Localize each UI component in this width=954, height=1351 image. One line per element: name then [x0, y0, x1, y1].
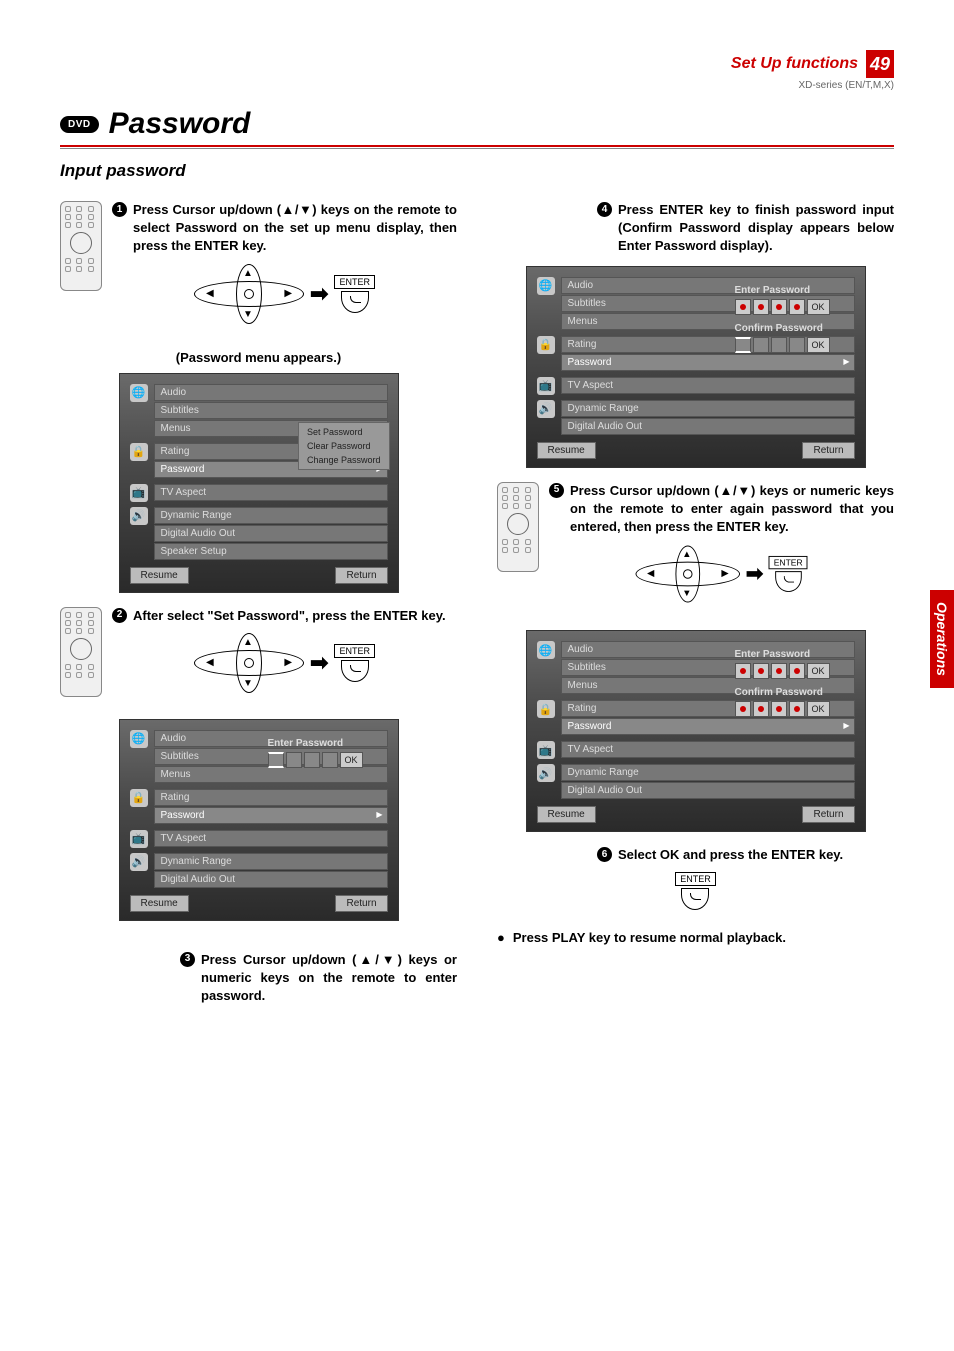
remote-control-icon [60, 607, 102, 697]
osd-screenshot-3: 🌐 Audio Subtitles Menus 🔒 Rating Passwor… [526, 266, 866, 468]
step-number-2: 2 [112, 608, 127, 623]
step-number-3: 3 [180, 952, 195, 967]
step-1-text: Press Cursor up/down (▲/▼) keys on the r… [133, 201, 457, 256]
osd-item-speaker: Speaker Setup [154, 543, 388, 560]
osd-screenshot-2: 🌐 Audio Subtitles Menus 🔒 Rating Passwor… [119, 719, 399, 921]
osd-confirm-password-panel: Enter Password OK Confirm Password OK [735, 285, 855, 361]
page-title: Password [109, 107, 251, 141]
gray-rule [60, 148, 894, 149]
globe-icon: 🌐 [537, 641, 555, 659]
tv-icon: 📺 [537, 377, 555, 395]
arrow-right-icon: ➡ [746, 562, 764, 587]
globe-icon: 🌐 [537, 277, 555, 295]
step-number-6: 6 [597, 847, 612, 862]
enter-key-diagram: ENTER [334, 275, 375, 313]
right-column: 4 Press ENTER key to finish password inp… [497, 201, 894, 1013]
left-column: 1 Press Cursor up/down (▲/▼) keys on the… [60, 201, 457, 1013]
step-2: 2 After select "Set Password", press the… [112, 607, 457, 625]
osd-item-digaudio: Digital Audio Out [154, 525, 388, 542]
step-2-block: 2 After select "Set Password", press the… [60, 607, 457, 707]
cursor-pad-diagram-1: ◀ ▶ ▲ ▼ ➡ ENTER [112, 264, 457, 324]
osd-item-tvaspect: TV Aspect [154, 484, 388, 501]
cursor-left-icon: ◀ [206, 288, 214, 299]
title-row: DVD Password [60, 107, 894, 141]
step-4-text: Press ENTER key to finish password input… [618, 201, 894, 256]
enter-key-diagram: ENTER [334, 644, 375, 682]
step-4: 4 Press ENTER key to finish password inp… [597, 201, 894, 256]
password-menu-note: (Password menu appears.) [60, 350, 457, 365]
cursor-up-icon: ▲ [243, 268, 253, 279]
step-5-block: 5 Press Cursor up/down (▲/▼) keys or num… [497, 482, 894, 619]
enter-key-diagram: ENTER [675, 872, 716, 910]
step-number-1: 1 [112, 202, 127, 217]
osd-enter-password-panel: Enter Password OK [268, 738, 388, 776]
arrow-right-icon: ➡ [310, 281, 328, 307]
osd-sub-change: Change Password [301, 453, 387, 467]
enter-key-diagram: ENTER [769, 556, 807, 592]
osd-screenshot-1: 🌐 Audio Subtitles Menus 🔒 Rating Passwor… [119, 373, 399, 593]
osd-sub-set: Set Password [301, 425, 387, 439]
speaker-icon: 🔊 [537, 400, 555, 418]
bullet-icon: ● [497, 930, 505, 945]
osd-screenshot-4: 🌐 Audio Subtitles Menus 🔒 Rating Passwor… [526, 630, 866, 832]
cursor-pad-diagram-3: ◀▶ ▲▼ ➡ ENTER [558, 546, 886, 603]
globe-icon: 🌐 [130, 384, 148, 402]
osd-confirm-filled-panel: Enter Password OK Confirm Password OK [735, 649, 855, 725]
step-1: 1 Press Cursor up/down (▲/▼) keys on the… [112, 201, 457, 256]
play-note: ● Press PLAY key to resume normal playba… [497, 930, 894, 945]
osd-item-subtitles: Subtitles [154, 402, 388, 419]
step-1-block: 1 Press Cursor up/down (▲/▼) keys on the… [60, 201, 457, 338]
speaker-icon: 🔊 [130, 507, 148, 525]
osd-item-dynrange: Dynamic Range [154, 507, 388, 524]
lock-icon: 🔒 [537, 336, 555, 354]
red-rule [60, 145, 894, 147]
step-6: 6 Select OK and press the ENTER key. [597, 846, 894, 864]
model-info: XD-series (EN/T,M,X) [60, 80, 894, 91]
step-5: 5 Press Cursor up/down (▲/▼) keys or num… [549, 482, 894, 537]
dvd-pill-icon: DVD [60, 116, 99, 133]
section-name: Set Up functions [731, 55, 858, 73]
step-3: 3 Press Cursor up/down (▲/▼) keys or num… [180, 951, 457, 1006]
speaker-icon: 🔊 [537, 764, 555, 782]
step-3-text: Press Cursor up/down (▲/▼) keys or numer… [201, 951, 457, 1006]
step-number-4: 4 [597, 202, 612, 217]
cursor-down-icon: ▼ [243, 309, 253, 320]
remote-control-icon [497, 482, 539, 572]
arrow-right-icon: ➡ [310, 650, 328, 676]
page-number: 49 [866, 50, 894, 78]
step-2-text: After select "Set Password", press the E… [133, 607, 457, 625]
page-header: Set Up functions 49 XD-series (EN/T,M,X) [60, 50, 894, 91]
side-tab-operations: Operations [930, 590, 954, 688]
cursor-right-icon: ▶ [284, 288, 292, 299]
osd-submenu-password: Set Password Clear Password Change Passw… [298, 422, 390, 470]
lock-icon: 🔒 [130, 789, 148, 807]
step-6-text: Select OK and press the ENTER key. [618, 846, 894, 864]
play-note-text: Press PLAY key to resume normal playback… [513, 930, 786, 945]
step-number-5: 5 [549, 483, 564, 498]
lock-icon: 🔒 [130, 443, 148, 461]
cursor-pad-diagram-2: ◀▶ ▲▼ ➡ ENTER [112, 633, 457, 693]
content-columns: 1 Press Cursor up/down (▲/▼) keys on the… [60, 201, 894, 1013]
speaker-icon: 🔊 [130, 853, 148, 871]
osd-return-button: Return [335, 567, 387, 584]
remote-control-icon [60, 201, 102, 291]
osd-sub-clear: Clear Password [301, 439, 387, 453]
tv-icon: 📺 [130, 830, 148, 848]
lock-icon: 🔒 [537, 700, 555, 718]
enter-label: ENTER [334, 275, 375, 289]
tv-icon: 📺 [130, 484, 148, 502]
step-5-text: Press Cursor up/down (▲/▼) keys or numer… [570, 482, 894, 537]
globe-icon: 🌐 [130, 730, 148, 748]
osd-item-audio: Audio [154, 384, 388, 401]
tv-icon: 📺 [537, 741, 555, 759]
osd-resume-button: Resume [130, 567, 189, 584]
sub-title: Input password [60, 161, 894, 181]
